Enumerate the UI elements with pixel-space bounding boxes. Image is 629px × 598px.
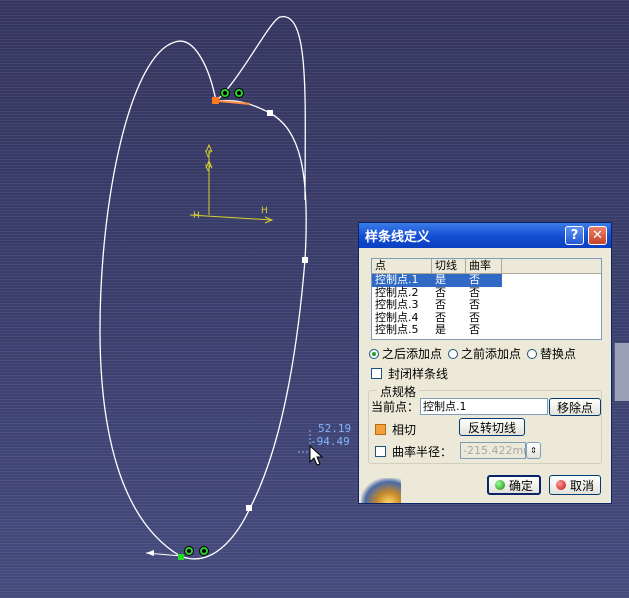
add-mode-radios: 之后添加点 之前添加点 替换点 <box>369 345 582 362</box>
list-row[interactable]: 控制点.3 否 否 <box>372 298 601 312</box>
tangency-marker-bottom <box>184 546 209 556</box>
radio-add-after[interactable]: 之后添加点 <box>369 345 442 362</box>
coord-y-readout: -94.49 <box>310 435 350 448</box>
radius-spinner[interactable]: ⇕ <box>526 442 541 459</box>
ok-icon <box>494 480 505 490</box>
list-header: 点 切线 曲率 <box>372 259 601 274</box>
axis-label-v-top: V <box>205 150 212 160</box>
radius-checkbox[interactable] <box>375 446 386 457</box>
radio-replace[interactable]: 替换点 <box>527 345 576 362</box>
control-point-list[interactable]: 点 切线 曲率 控制点.1 是 否 控制点.2 否 否 控制点.3 否 否 控制… <box>371 258 602 340</box>
remove-point-button[interactable]: 移除点 <box>549 398 601 416</box>
list-row[interactable]: 控制点.5 是 否 <box>372 323 601 337</box>
tangency-marker-top <box>220 88 244 98</box>
axis-label-v-mid: V <box>205 164 212 174</box>
row-point: 控制点.3 <box>375 298 419 311</box>
radio-label: 替换点 <box>540 347 577 361</box>
row-tangent: 否 <box>435 298 446 311</box>
help-button[interactable]: ? <box>565 226 584 245</box>
control-point-4[interactable] <box>246 505 252 511</box>
radius-option[interactable]: 曲率半径： <box>375 443 452 460</box>
row-curvature: 否 <box>466 273 502 287</box>
tangent-option[interactable]: 相切 <box>375 421 416 438</box>
cancel-label: 取消 <box>569 478 594 493</box>
row-tangent: 是 <box>435 323 446 336</box>
row-tangent: 是 <box>432 273 466 287</box>
tangent-label: 相切 <box>392 423 417 437</box>
radio-label: 之后添加点 <box>382 347 443 361</box>
current-point-row: 当前点： <box>371 398 419 415</box>
control-point-2[interactable] <box>267 110 273 116</box>
axis-system <box>189 143 274 224</box>
current-point-field[interactable]: 控制点.1 <box>420 398 548 415</box>
row-curvature: 否 <box>469 298 480 311</box>
radio-add-before[interactable]: 之前添加点 <box>448 345 521 362</box>
ok-button[interactable]: 确定 <box>487 475 541 495</box>
radius-field[interactable]: -215.422mm <box>460 442 534 459</box>
spline-definition-dialog: 样条线定义 ? ✕ 点 切线 曲率 控制点.1 是 否 控制点.2 否 否 控制… <box>358 222 612 504</box>
row-point: 控制点.1 <box>372 273 432 287</box>
close-spline-checkbox[interactable] <box>371 368 382 379</box>
radius-label: 曲率半径： <box>392 445 453 459</box>
dialog-title: 样条线定义 <box>365 230 431 245</box>
axis-label-h-right: H <box>261 206 268 216</box>
side-panel-edge <box>614 343 629 401</box>
control-point-5[interactable] <box>178 554 184 560</box>
header-point[interactable]: 点 <box>372 259 432 273</box>
spline-curve[interactable] <box>99 16 307 560</box>
tangent-arrow-head <box>146 550 154 556</box>
coord-x-readout: 52.19 <box>318 422 352 435</box>
control-point-3[interactable] <box>302 257 308 263</box>
header-curvature[interactable]: 曲率 <box>466 259 502 273</box>
mouse-cursor-icon <box>309 444 324 466</box>
list-row[interactable]: 控制点.1 是 否 <box>372 273 601 287</box>
radio-label: 之前添加点 <box>461 347 522 361</box>
row-curvature: 否 <box>469 323 480 336</box>
control-point-1[interactable] <box>212 97 219 104</box>
close-spline-option[interactable]: 封闭样条线 <box>371 365 448 382</box>
current-point-label: 当前点： <box>371 400 420 414</box>
spinner-arrows-icon: ⇕ <box>530 446 537 455</box>
ok-label: 确定 <box>508 478 533 493</box>
axis-label-h-left: H <box>193 211 200 221</box>
radio-dot-icon <box>527 348 538 359</box>
radio-dot-icon <box>369 348 379 359</box>
row-point: 控制点.5 <box>375 323 419 336</box>
cancel-button[interactable]: 取消 <box>549 475 601 495</box>
reverse-tangent-button[interactable]: 反转切线 <box>459 418 525 436</box>
tangent-checkbox[interactable] <box>375 424 386 435</box>
radio-dot-icon <box>448 348 459 359</box>
header-tangent[interactable]: 切线 <box>432 259 466 273</box>
close-spline-label: 封闭样条线 <box>388 367 449 381</box>
earth-logo <box>361 478 401 503</box>
cancel-icon <box>555 480 566 490</box>
close-button[interactable]: ✕ <box>588 226 607 245</box>
